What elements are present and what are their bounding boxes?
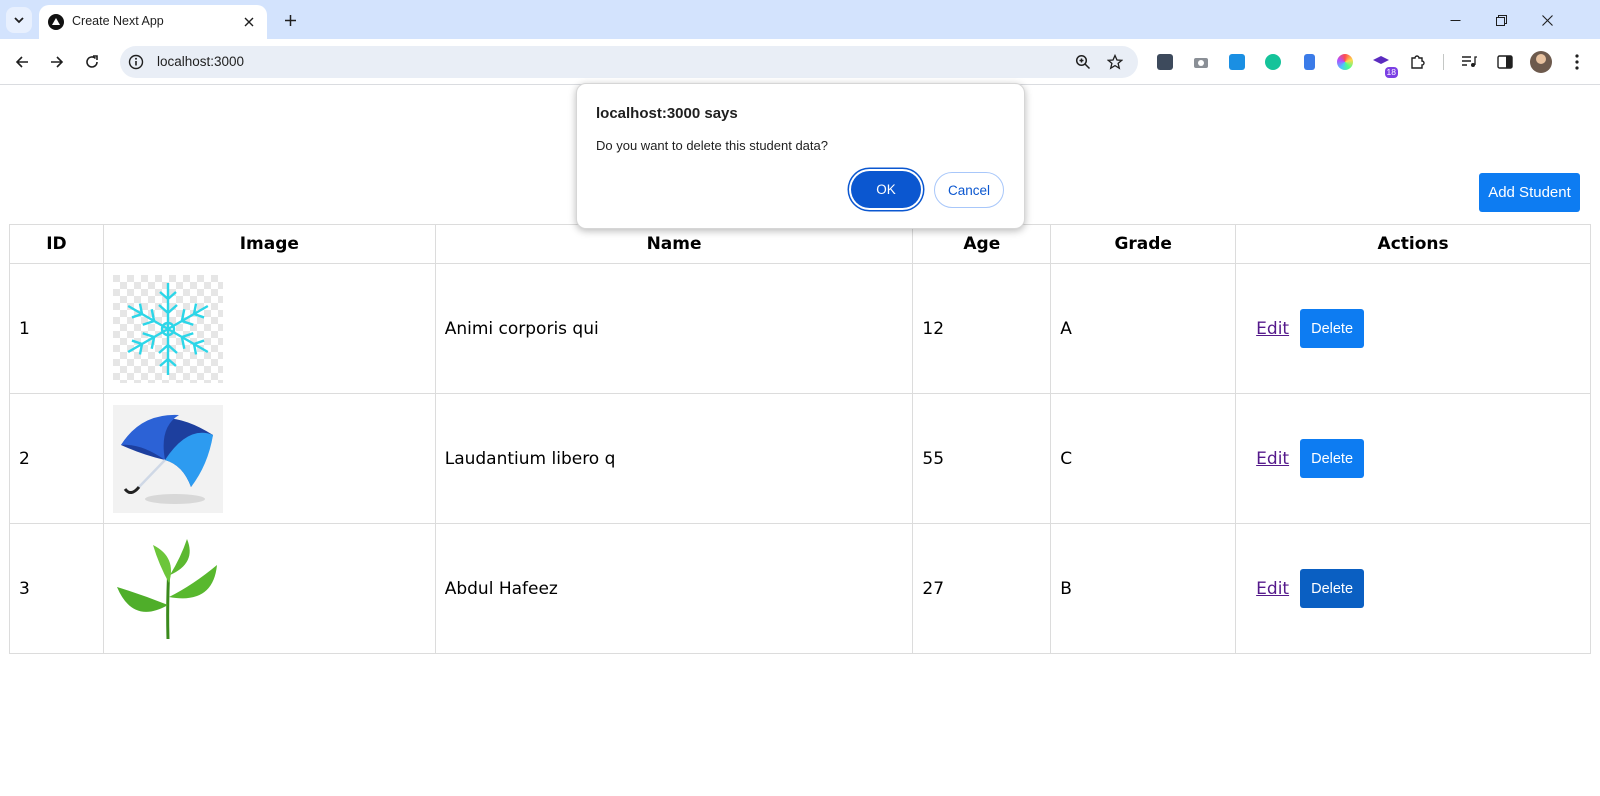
header-id: ID <box>9 224 104 264</box>
table-row: 2 Laudantium libero q 55 C Edit Delete <box>9 393 1591 524</box>
chevron-down-icon <box>14 17 24 24</box>
phone-extension-icon[interactable] <box>1298 51 1320 73</box>
tab-title: Create Next App <box>72 14 164 28</box>
cell-actions: Edit Delete <box>1235 523 1591 654</box>
dialog-title: localhost:3000 says <box>596 105 738 122</box>
graduation-extension-icon[interactable]: 18 <box>1370 51 1398 78</box>
side-panel-icon[interactable] <box>1494 51 1516 73</box>
table-row: 1 Animi corporis qui 12 A Edit Delete <box>9 263 1591 394</box>
students-table: ID Image Name Age Grade Actions 1 Animi … <box>9 224 1591 654</box>
reload-icon <box>86 55 98 68</box>
site-info-icon[interactable] <box>127 53 145 71</box>
close-window-button[interactable] <box>1524 6 1570 34</box>
plus-icon <box>284 14 296 26</box>
delete-button[interactable]: Delete <box>1300 569 1365 608</box>
tab-search-button[interactable] <box>6 7 32 33</box>
media-control-icon[interactable] <box>1458 51 1480 73</box>
cell-id: 3 <box>9 523 104 654</box>
close-icon <box>1541 14 1553 26</box>
camera-extension-icon[interactable] <box>1190 51 1212 73</box>
cell-age: 55 <box>912 393 1052 524</box>
toolbar-separator <box>1443 54 1444 70</box>
cell-name: Laudantium libero q <box>434 393 914 524</box>
restore-button[interactable] <box>1478 6 1524 34</box>
header-actions: Actions <box>1235 224 1591 264</box>
umbrella-image <box>112 404 223 513</box>
extensions-puzzle-icon[interactable] <box>1406 51 1428 73</box>
fi-extension-icon[interactable] <box>1226 51 1248 73</box>
cell-grade: A <box>1050 263 1237 394</box>
minimize-button[interactable] <box>1432 6 1478 34</box>
news-extension-icon[interactable] <box>1154 51 1176 73</box>
header-grade: Grade <box>1050 224 1237 264</box>
dialog-message: Do you want to delete this student data? <box>596 138 828 153</box>
header-image: Image <box>102 224 436 264</box>
reload-button[interactable] <box>78 48 106 76</box>
cell-age: 27 <box>912 523 1052 654</box>
cell-image <box>102 393 436 524</box>
kebab-menu-icon[interactable] <box>1566 51 1588 73</box>
header-age: Age <box>912 224 1052 264</box>
restore-icon <box>1495 14 1507 26</box>
color-picker-extension-icon[interactable] <box>1334 51 1356 73</box>
ok-button[interactable]: OK <box>851 171 921 208</box>
address-bar[interactable]: localhost:3000 <box>120 46 1138 78</box>
close-tab-icon[interactable] <box>239 12 259 32</box>
header-name: Name <box>434 224 914 264</box>
table-header-row: ID Image Name Age Grade Actions <box>9 224 1591 264</box>
bookmark-star-icon[interactable] <box>1104 51 1126 73</box>
cell-id: 1 <box>9 263 104 394</box>
browser-toolbar: localhost:3000 18 <box>0 39 1600 85</box>
cell-name: Animi corporis qui <box>434 263 914 394</box>
cancel-button[interactable]: Cancel <box>934 172 1004 208</box>
cell-grade: B <box>1050 523 1237 654</box>
leaves-image <box>112 534 223 643</box>
zoom-icon[interactable] <box>1072 51 1094 73</box>
cell-name: Abdul Hafeez <box>434 523 914 654</box>
snowflake-image <box>112 274 223 383</box>
tab-strip: Create Next App <box>0 0 1600 39</box>
arrow-right-icon <box>51 56 64 68</box>
profile-avatar[interactable] <box>1530 51 1552 73</box>
cell-actions: Edit Delete <box>1235 393 1591 524</box>
arrow-left-icon <box>15 56 28 68</box>
edit-link[interactable]: Edit <box>1256 449 1289 469</box>
forward-button[interactable] <box>43 48 71 76</box>
cell-id: 2 <box>9 393 104 524</box>
extension-badge: 18 <box>1384 67 1398 78</box>
add-student-button[interactable]: Add Student <box>1479 173 1580 212</box>
cell-age: 12 <box>912 263 1052 394</box>
nextjs-favicon-icon <box>48 14 64 30</box>
minimize-icon <box>1450 19 1460 21</box>
edit-link[interactable]: Edit <box>1256 319 1289 339</box>
delete-button[interactable]: Delete <box>1300 439 1365 478</box>
cell-actions: Edit Delete <box>1235 263 1591 394</box>
back-button[interactable] <box>8 48 36 76</box>
confirm-dialog: localhost:3000 says Do you want to delet… <box>576 83 1025 229</box>
table-row: 3 Abdul Hafeez 27 B Edit Delete <box>9 523 1591 654</box>
edit-link[interactable]: Edit <box>1256 579 1289 599</box>
grammarly-extension-icon[interactable] <box>1262 51 1284 73</box>
browser-tab[interactable]: Create Next App <box>39 5 267 39</box>
new-tab-button[interactable] <box>277 8 303 32</box>
cell-image <box>102 263 436 394</box>
cell-image <box>102 523 436 654</box>
delete-button[interactable]: Delete <box>1300 309 1365 348</box>
url-text: localhost:3000 <box>157 54 245 69</box>
cell-grade: C <box>1050 393 1237 524</box>
